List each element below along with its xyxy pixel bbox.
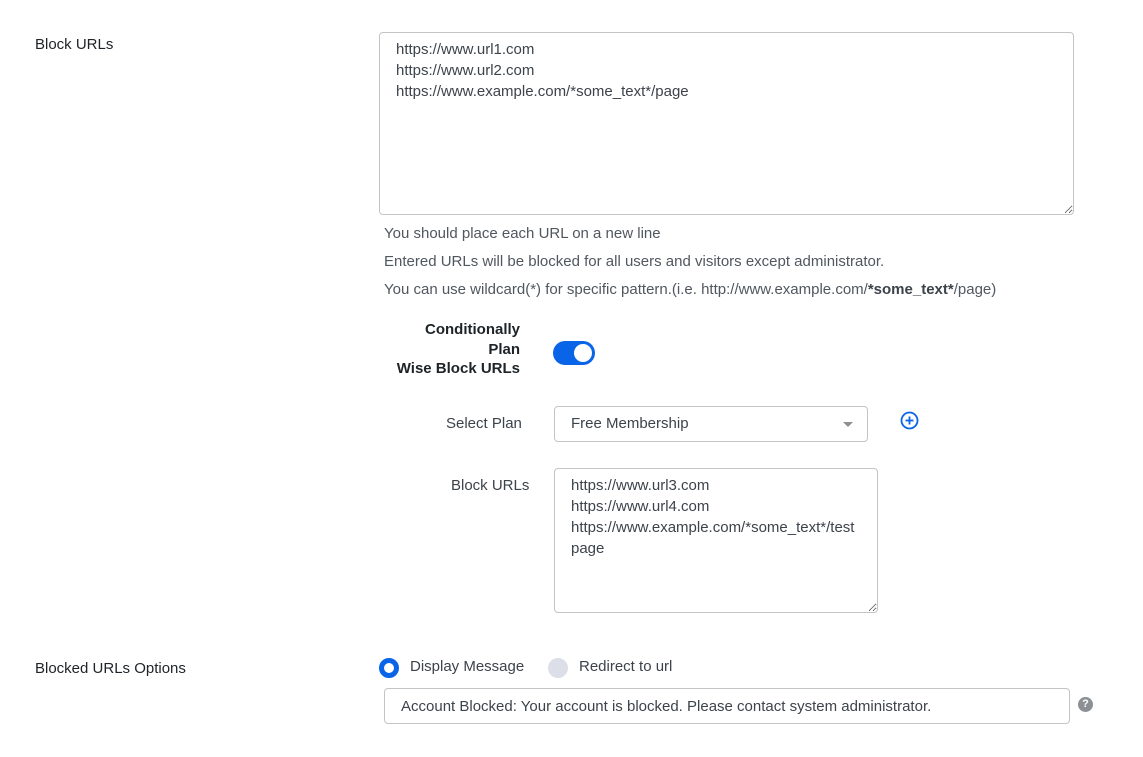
hint-wildcard-bold: *some_text* [867,281,954,298]
blocked-message-input[interactable] [384,688,1070,724]
conditional-label: Conditionally Plan Wise Block URLs [370,320,520,379]
question-circle-icon[interactable]: ? [1078,697,1093,712]
radio-display-message[interactable] [379,658,399,678]
radio-display-message-label[interactable]: Display Message [410,658,524,675]
select-plan-label: Select Plan [446,415,522,432]
conditional-label-line-2: Plan [488,340,520,358]
plus-circle-icon[interactable] [900,411,919,430]
plan-block-urls-label: Block URLs [451,477,530,494]
toggle-knob [574,344,592,362]
conditional-label-line-3: Wise Block URLs [396,360,520,377]
block-urls-label: Block URLs [35,36,114,53]
hint-blocked-users: Entered URLs will be blocked for all use… [384,253,885,270]
hint-new-line: You should place each URL on a new line [384,225,661,242]
hint-wildcard-suffix: /page) [953,281,997,298]
radio-redirect-url[interactable] [548,658,568,678]
plan-select[interactable]: Free Membership [554,406,868,442]
conditional-label-line-1: Conditionally [425,321,520,338]
plan-select-value: Free Membership [571,415,689,432]
conditional-toggle[interactable] [553,341,595,365]
blocked-urls-options-label: Blocked URLs Options [35,660,186,677]
plan-block-urls-textarea[interactable]: https://www.url3.com https://www.url4.co… [554,468,878,613]
chevron-down-icon [843,422,853,427]
hint-wildcard: You can use wildcard(*) for specific pat… [384,281,996,298]
block-urls-textarea[interactable]: https://www.url1.com https://www.url2.co… [379,32,1074,215]
radio-redirect-url-label[interactable]: Redirect to url [579,658,672,675]
hint-wildcard-prefix: You can use wildcard(*) for specific pat… [384,281,868,298]
